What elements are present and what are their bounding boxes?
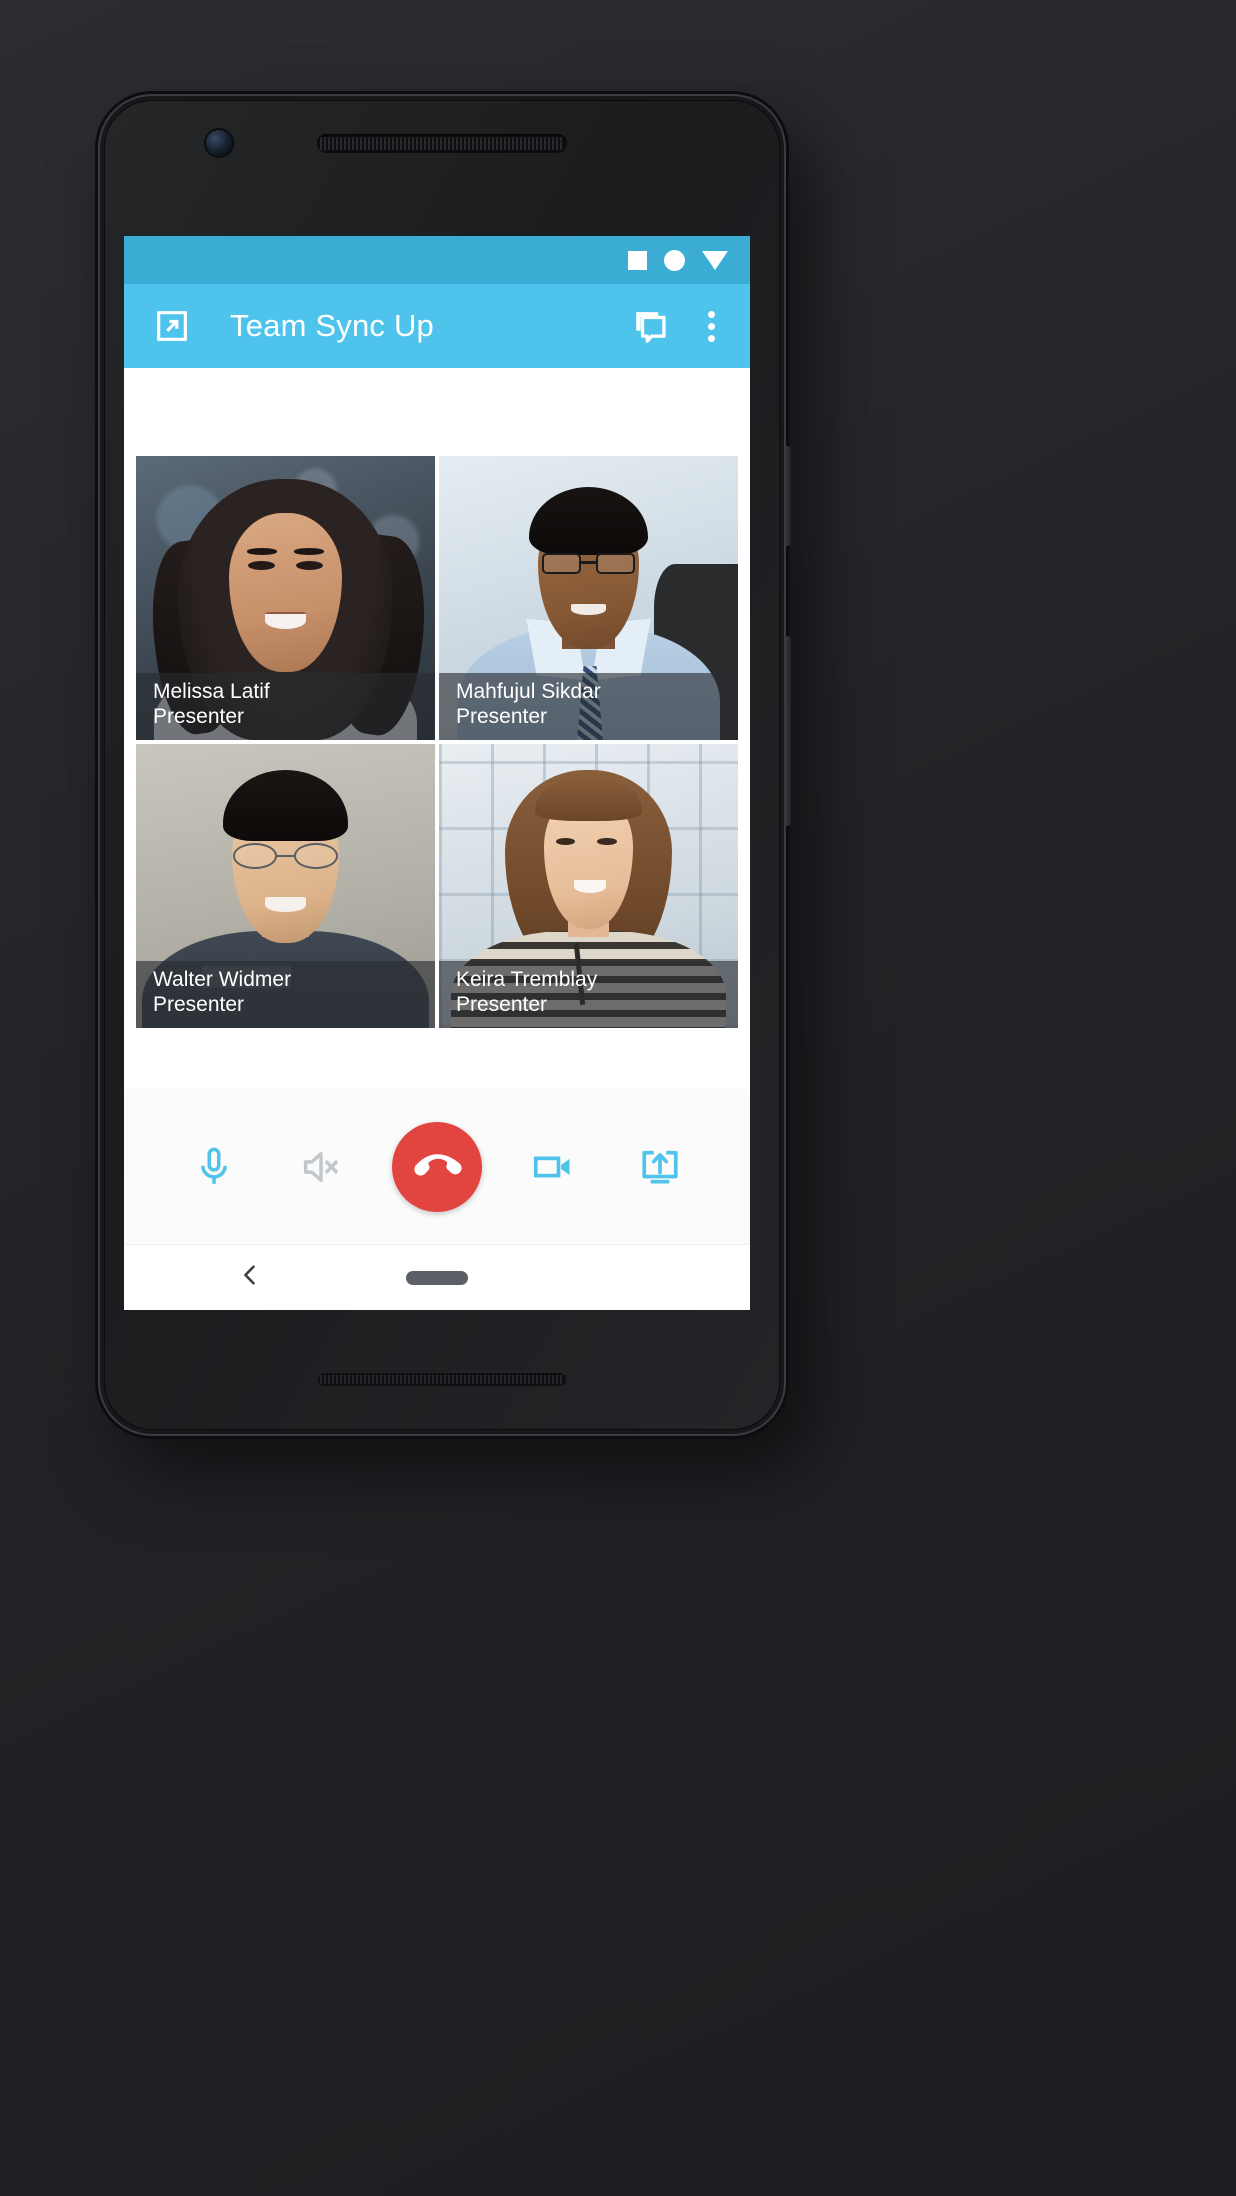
participant-grid: Melissa Latif Presenter Mahfujul Sikdar …	[124, 456, 750, 1028]
phone-device: Team Sync Up Melissa Latif Presenter Mah…	[98, 94, 791, 1436]
participant-name: Walter Widmer	[153, 968, 292, 992]
call-control-bar	[124, 1089, 750, 1244]
video-grid-area: Melissa Latif Presenter Mahfujul Sikdar …	[124, 368, 750, 1042]
screen-share-icon[interactable]	[623, 1130, 697, 1204]
page-backdrop: Team Sync Up Melissa Latif Presenter Mah…	[0, 0, 1236, 2196]
participant-role: Presenter	[153, 704, 245, 728]
participant-tile[interactable]: Keira Tremblay Presenter	[439, 744, 738, 1028]
square-icon	[628, 250, 647, 270]
earpiece-speaker	[317, 134, 567, 153]
overflow-dots	[707, 310, 715, 342]
chat-bubbles-icon[interactable]	[628, 304, 672, 348]
phone-screen: Team Sync Up Melissa Latif Presenter Mah…	[124, 236, 750, 1310]
back-chevron-icon[interactable]	[237, 1262, 263, 1293]
system-navigation-bar	[124, 1244, 750, 1310]
participant-name: Melissa Latif	[153, 680, 270, 704]
participant-nameplate: Melissa Latif Presenter	[136, 673, 435, 740]
grid-bottom-spacer	[124, 1028, 750, 1042]
participant-name: Mahfujul Sikdar	[456, 680, 601, 704]
home-pill-icon[interactable]	[406, 1270, 468, 1285]
participant-role: Presenter	[153, 992, 245, 1016]
overflow-menu-icon[interactable]	[694, 304, 728, 348]
status-bar	[124, 236, 750, 284]
video-camera-icon[interactable]	[516, 1130, 590, 1204]
speaker-mute-icon[interactable]	[284, 1130, 358, 1204]
participant-tile[interactable]: Melissa Latif Presenter	[136, 456, 435, 740]
bottom-speaker	[318, 1373, 566, 1386]
participant-role: Presenter	[456, 992, 548, 1016]
open-in-new-icon[interactable]	[150, 304, 194, 348]
microphone-icon[interactable]	[177, 1130, 251, 1204]
participant-name: Keira Tremblay	[456, 968, 598, 992]
earpiece-mesh	[320, 137, 564, 150]
circle-icon	[664, 249, 685, 271]
participant-tile[interactable]: Walter Widmer Presenter	[136, 744, 435, 1028]
bottom-speaker-mesh	[320, 1375, 564, 1384]
hangup-button[interactable]	[391, 1121, 482, 1212]
participant-tile[interactable]: Mahfujul Sikdar Presenter	[439, 456, 738, 740]
front-camera	[206, 130, 232, 156]
triangle-down-icon	[702, 250, 728, 270]
participant-nameplate: Mahfujul Sikdar Presenter	[439, 673, 738, 740]
participant-nameplate: Keira Tremblay Presenter	[439, 961, 738, 1028]
participant-role: Presenter	[456, 704, 548, 728]
page-title: Team Sync Up	[230, 308, 434, 343]
volume-button[interactable]	[784, 636, 791, 826]
participant-nameplate: Walter Widmer Presenter	[136, 961, 435, 1028]
power-button[interactable]	[784, 446, 791, 546]
app-bar: Team Sync Up	[124, 284, 750, 368]
